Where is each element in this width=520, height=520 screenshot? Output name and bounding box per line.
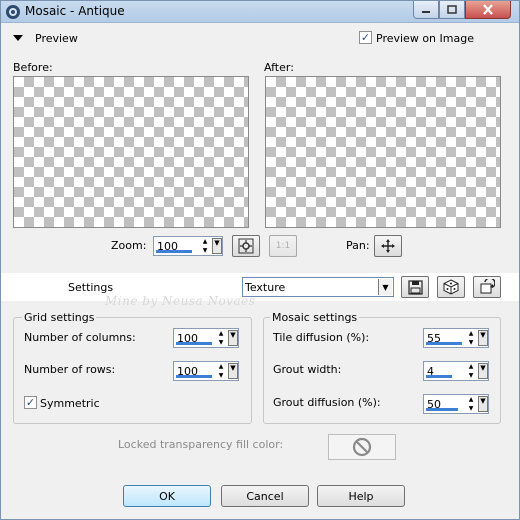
grout-width-spin-arrows[interactable]: ▲ ▼ xyxy=(466,363,476,379)
watermark-text: Mine by Neusa Novaes xyxy=(105,294,256,308)
mosaic-dialog: Mosaic - Antique Preview ✓ Preview on Im… xyxy=(0,0,520,520)
close-icon xyxy=(483,4,493,15)
tile-diffusion-spin-arrows[interactable]: ▲ ▼ xyxy=(466,330,476,346)
chevron-down-icon[interactable]: ▼ xyxy=(228,330,238,346)
close-button[interactable] xyxy=(465,1,511,19)
grout-diffusion-underline xyxy=(426,408,458,411)
maximize-icon xyxy=(447,5,457,14)
no-symbol-icon xyxy=(352,437,372,457)
chevron-down-icon[interactable]: ▼ xyxy=(228,363,238,379)
grout-diffusion-spin-arrows[interactable]: ▲ ▼ xyxy=(466,396,476,412)
columns-label: Number of columns: xyxy=(24,331,136,344)
rows-label: Number of rows: xyxy=(24,363,116,376)
settings-label: Settings xyxy=(68,281,114,294)
preset-value: Texture xyxy=(245,281,286,294)
triangle-down-icon[interactable] xyxy=(13,35,23,41)
zoom-spinner[interactable]: 100 ▲ ▼ ▼ xyxy=(153,236,223,256)
grout-width-label: Grout width: xyxy=(273,363,342,376)
columns-spin-arrows[interactable]: ▲ ▼ xyxy=(216,330,226,346)
paint-shop-icon xyxy=(5,4,21,20)
zoom-actual-size-button[interactable]: 1:1 xyxy=(269,235,297,257)
chevron-down-icon[interactable]: ▼ xyxy=(478,396,488,412)
minimize-icon xyxy=(422,10,430,13)
zoom-spin-arrows[interactable]: ▲ ▼ xyxy=(200,238,210,254)
zoom-actual-label: 1:1 xyxy=(275,241,291,251)
preview-on-image-checkbox[interactable]: ✓ xyxy=(359,31,372,44)
grout-diffusion-label: Grout diffusion (%): xyxy=(273,396,381,409)
grid-settings-title: Grid settings xyxy=(22,311,97,324)
pan-button[interactable] xyxy=(374,235,402,257)
symmetric-checkbox[interactable]: ✓ xyxy=(24,396,37,409)
preset-select[interactable]: Texture ▼ xyxy=(242,277,394,297)
chevron-down-icon[interactable]: ▼ xyxy=(478,363,488,379)
rows-value-underline xyxy=(176,375,212,378)
ok-button[interactable]: OK xyxy=(123,485,211,507)
title-bar[interactable]: Mosaic - Antique xyxy=(1,1,519,23)
symmetric-label: Symmetric xyxy=(40,397,100,410)
chevron-down-icon[interactable]: ▼ xyxy=(212,238,222,254)
after-label: After: xyxy=(264,61,294,74)
mosaic-settings-title: Mosaic settings xyxy=(270,311,360,324)
minimize-button[interactable] xyxy=(413,1,439,19)
preview-on-image-label: Preview on Image xyxy=(376,32,474,45)
window-title: Mosaic - Antique xyxy=(25,4,125,18)
after-preview xyxy=(265,76,501,228)
chevron-down-icon[interactable]: ▼ xyxy=(478,330,488,346)
zoom-value-underline xyxy=(156,250,192,253)
randomize-button[interactable] xyxy=(437,276,465,298)
save-preset-button[interactable] xyxy=(401,276,429,298)
rows-spinner[interactable]: 100 ▲ ▼ ▼ xyxy=(173,361,239,381)
tile-diffusion-spinner[interactable]: 55 ▲ ▼ ▼ xyxy=(423,328,489,348)
tile-diffusion-label: Tile diffusion (%): xyxy=(273,331,370,344)
zoom-fit-icon xyxy=(238,238,254,254)
locked-fill-color-swatch[interactable] xyxy=(328,434,396,460)
grout-width-underline xyxy=(426,375,452,378)
pan-label: Pan: xyxy=(346,239,370,252)
preview-header-label: Preview xyxy=(35,32,78,45)
dice-icon xyxy=(443,279,459,295)
columns-spinner[interactable]: 100 ▲ ▼ ▼ xyxy=(173,328,239,348)
floppy-disk-icon xyxy=(407,279,423,295)
columns-value-underline xyxy=(176,342,212,345)
grout-width-spinner[interactable]: 4 ▲ ▼ ▼ xyxy=(423,361,489,381)
reset-button[interactable] xyxy=(473,276,501,298)
rows-spin-arrows[interactable]: ▲ ▼ xyxy=(216,363,226,379)
grout-diffusion-spinner[interactable]: 50 ▲ ▼ ▼ xyxy=(423,394,489,414)
move-cross-icon xyxy=(381,239,395,253)
reset-icon xyxy=(480,279,495,294)
locked-transparency-label: Locked transparency fill color: xyxy=(118,438,284,451)
help-button[interactable]: Help xyxy=(317,485,405,507)
zoom-label: Zoom: xyxy=(111,239,147,252)
tile-diffusion-underline xyxy=(426,342,462,345)
zoom-fit-button[interactable] xyxy=(232,235,260,257)
before-label: Before: xyxy=(13,61,53,74)
chevron-down-icon[interactable]: ▼ xyxy=(378,279,392,295)
cancel-button[interactable]: Cancel xyxy=(221,485,309,507)
before-preview xyxy=(13,76,249,228)
maximize-button[interactable] xyxy=(439,1,465,19)
